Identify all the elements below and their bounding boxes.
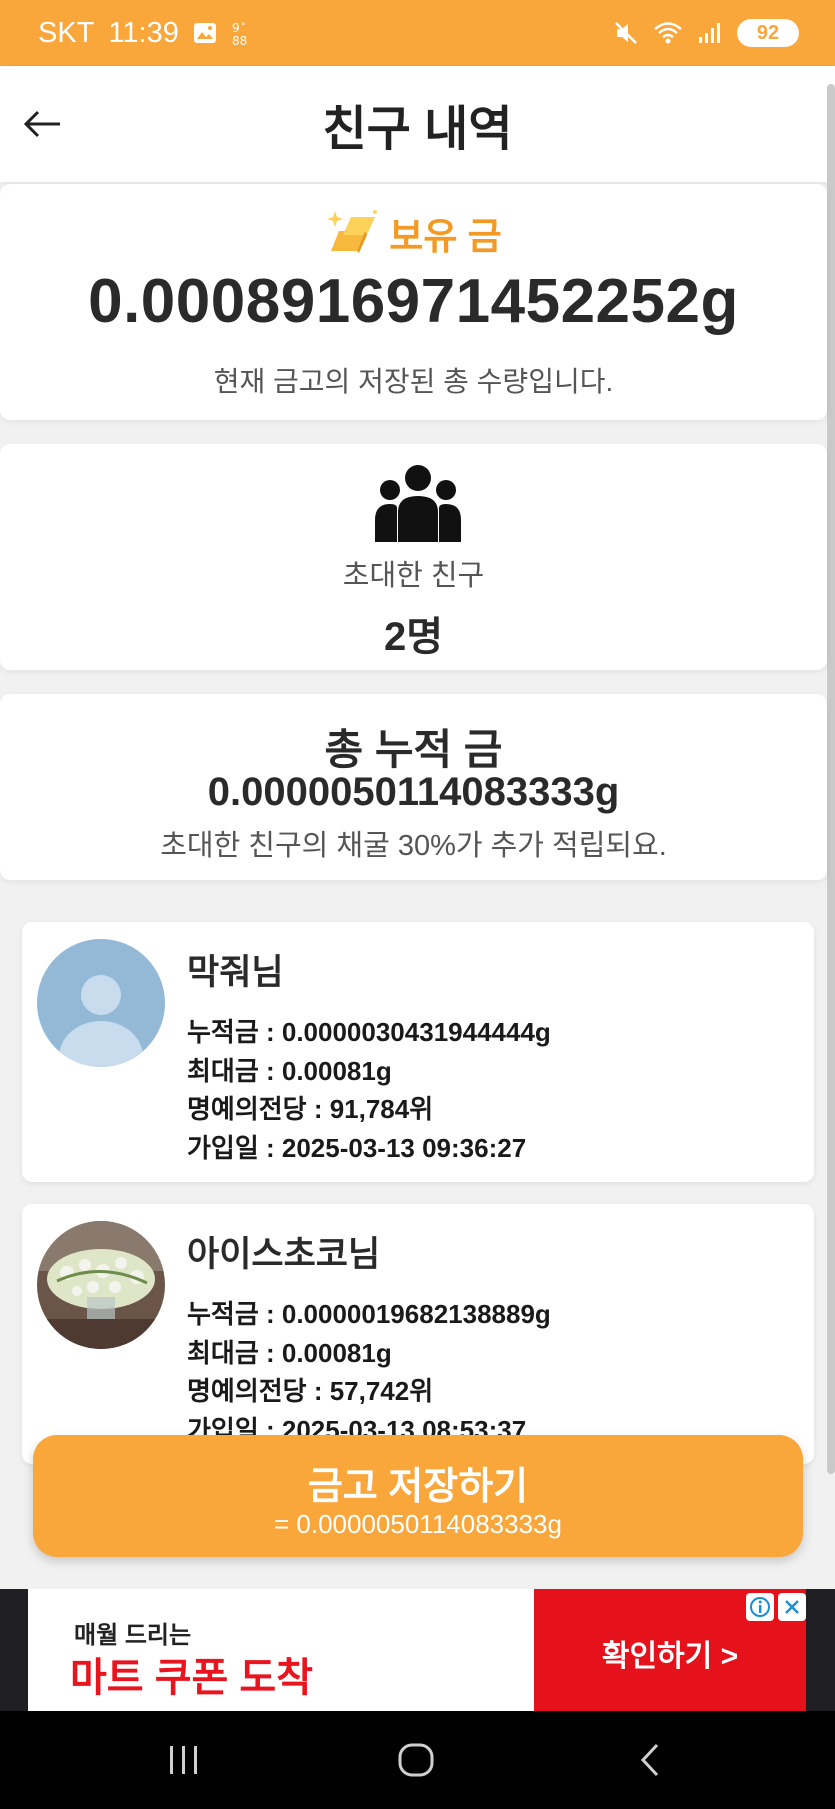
home-icon xyxy=(398,1743,434,1777)
signal-icon xyxy=(697,21,723,45)
home-button[interactable] xyxy=(386,1737,446,1783)
friend-card[interactable]: 막줘님 누적금 : 0.0000030431944444g 최대금 : 0.00… xyxy=(22,922,814,1182)
status-right: 92 xyxy=(613,19,799,47)
friend-accumulated: 누적금 : 0.0000030431944444g xyxy=(187,1017,551,1047)
svg-text:88: 88 xyxy=(232,34,247,47)
friend-card[interactable]: 아이스초코님 누적금 : 0.0000019682138889g 최대금 : 0… xyxy=(22,1204,814,1464)
balance-label: 보유 금 xyxy=(389,216,502,257)
arrow-left-icon xyxy=(23,110,60,138)
gold-bars-icon xyxy=(327,210,378,253)
invited-label: 초대한 친구 xyxy=(342,560,485,592)
total-accumulated-card: 총 누적 금 0.0000050114083333g 초대한 친구의 채굴 30… xyxy=(0,694,827,880)
total-title: 총 누적 금 xyxy=(324,726,503,773)
back-nav-button[interactable] xyxy=(620,1737,680,1783)
ad-cta-button[interactable]: 확인하기 > xyxy=(534,1589,806,1711)
carrier-label: SKT xyxy=(38,16,95,49)
total-amount: 0.0000050114083333g xyxy=(207,770,620,814)
friend-name: 막줘님 xyxy=(187,953,284,992)
invited-count: 2명 xyxy=(383,615,444,659)
wifi-icon xyxy=(653,21,683,45)
recent-apps-button[interactable] xyxy=(154,1737,214,1783)
chevron-left-icon xyxy=(640,1743,659,1777)
ad-cta-label: 확인하기 > xyxy=(601,1640,739,1673)
ad-banner[interactable]: 매월 드리는 마트 쿠폰 도착 확인하기 > xyxy=(0,1589,835,1711)
friend-name: 아이스초코님 xyxy=(187,1235,381,1274)
ad-info-icon[interactable] xyxy=(746,1593,774,1621)
status-left: SKT 11:39 9 ° 88 xyxy=(38,17,253,50)
balance-card: 보유 금 0.0008916971452252g 현재 금고의 저장된 총 수량… xyxy=(0,184,827,420)
avatar-photo xyxy=(37,1221,165,1349)
default-avatar-icon xyxy=(37,939,165,1067)
save-to-vault-button[interactable]: 금고 저장하기 = 0.0000050114083333g xyxy=(33,1435,803,1557)
clock: 11:39 xyxy=(108,16,179,49)
flower-photo-avatar xyxy=(37,1221,165,1349)
mute-icon xyxy=(613,20,639,46)
friend-info: 아이스초코님 누적금 : 0.0000019682138889g 최대금 : 0… xyxy=(187,1226,551,1449)
invited-friends-card: 초대한 친구 2명 xyxy=(0,444,827,670)
scrollbar[interactable] xyxy=(827,84,835,1474)
friend-rank: 명예의전당 : 57,742위 xyxy=(187,1376,434,1406)
friend-joined: 가입일 : 2025-03-13 09:36:27 xyxy=(187,1132,527,1163)
avatar-default xyxy=(37,939,165,1067)
svg-text:9: 9 xyxy=(232,21,240,35)
svg-text:°: ° xyxy=(241,22,246,32)
save-button-label: 금고 저장하기 xyxy=(307,1466,529,1508)
friend-info: 막줘님 누적금 : 0.0000030431944444g 최대금 : 0.00… xyxy=(187,944,551,1167)
friend-accumulated: 누적금 : 0.0000019682138889g xyxy=(187,1299,551,1329)
status-bar: SKT 11:39 9 ° 88 92 xyxy=(0,0,835,66)
app-notification-icon: 9 ° 88 xyxy=(231,19,253,47)
system-nav-bar xyxy=(0,1711,835,1809)
gallery-icon xyxy=(193,22,217,44)
ad-badges xyxy=(746,1593,806,1621)
battery-indicator: 92 xyxy=(737,19,799,47)
balance-description: 현재 금고의 저장된 총 수량입니다. xyxy=(213,366,614,397)
friend-rank: 명예의전당 : 91,784위 xyxy=(187,1094,434,1124)
friend-max: 최대금 : 0.00081g xyxy=(187,1337,392,1368)
page-title: 친구 내역 xyxy=(322,103,513,156)
total-description: 초대한 친구의 채굴 30%가 추가 적립되요. xyxy=(160,830,667,862)
balance-label-row: 보유 금 xyxy=(0,206,827,260)
app-root: SKT 11:39 9 ° 88 92 친구 내역 보유 금 0.0008916… xyxy=(0,0,835,1809)
ad-close-icon[interactable] xyxy=(778,1593,806,1621)
back-button[interactable] xyxy=(22,104,64,144)
users-group-icon xyxy=(375,465,461,542)
recent-apps-icon xyxy=(170,1746,197,1774)
battery-level: 92 xyxy=(756,21,780,44)
app-header: 친구 내역 xyxy=(0,66,835,182)
ad-content[interactable]: 매월 드리는 마트 쿠폰 도착 xyxy=(28,1589,534,1711)
save-button-amount: = 0.0000050114083333g xyxy=(274,1509,562,1539)
friend-max: 최대금 : 0.00081g xyxy=(187,1055,392,1086)
balance-amount: 0.0008916971452252g xyxy=(88,267,739,336)
ad-headline: 마트 쿠폰 도착 xyxy=(70,1656,314,1700)
